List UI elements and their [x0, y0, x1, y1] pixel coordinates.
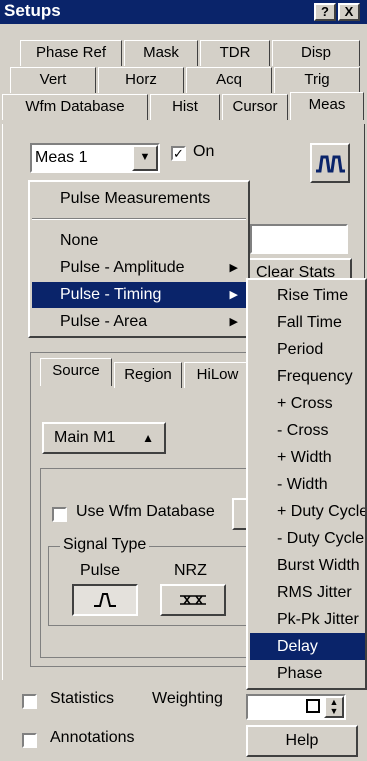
use-wfm-db-label: Use Wfm Database — [76, 503, 215, 520]
submenu-item-fall-time[interactable]: Fall Time — [250, 309, 365, 336]
window-title: Setups — [4, 1, 61, 20]
submenu-item-plus-cross[interactable]: + Cross — [250, 390, 365, 417]
menu-item-pulse-area[interactable]: Pulse - Area ▶ — [32, 309, 246, 335]
pulse-shape-icon — [94, 593, 116, 607]
tab-phase-ref[interactable]: Phase Ref — [20, 40, 122, 66]
tab-hist[interactable]: Hist — [150, 94, 220, 120]
submenu-item-phase[interactable]: Phase — [250, 660, 365, 687]
nrz-label: NRZ — [174, 562, 207, 579]
nrz-eye-icon — [180, 595, 206, 605]
menu-item-pulse-timing[interactable]: Pulse - Timing ▶ — [32, 282, 246, 308]
main-source-button[interactable]: Main M1 ▲ — [42, 422, 166, 454]
submenu-item-minus-width[interactable]: - Width — [250, 471, 365, 498]
submenu-item-pk-pk-jitter[interactable]: Pk-Pk Jitter — [250, 606, 365, 633]
tab-hilow[interactable]: HiLow — [184, 362, 250, 388]
tab-tdr[interactable]: TDR — [200, 40, 270, 66]
submenu-arrow-icon: ▶ — [229, 289, 238, 301]
submenu-item-frequency[interactable]: Frequency — [250, 363, 365, 390]
menu-separator — [32, 218, 246, 220]
chevron-down-icon[interactable]: ▼ — [132, 145, 158, 171]
submenu-arrow-icon: ▶ — [229, 262, 238, 274]
tab-trig[interactable]: Trig — [274, 67, 360, 93]
menu-item-none[interactable]: None — [32, 228, 246, 254]
pulse-waveform-icon[interactable] — [310, 143, 350, 183]
pulse-label: Pulse — [80, 562, 121, 579]
pulse-signal-button[interactable] — [72, 584, 138, 616]
meas-info-field — [250, 224, 348, 254]
help-button[interactable]: Help — [246, 725, 358, 757]
tab-disp[interactable]: Disp — [272, 40, 360, 66]
submenu-item-burst-width[interactable]: Burst Width — [250, 552, 365, 579]
statistics-label: Statistics — [50, 690, 115, 707]
submenu-item-minus-duty-cycle[interactable]: - Duty Cycle — [250, 525, 365, 552]
tab-vert[interactable]: Vert — [10, 67, 96, 93]
submenu-item-rms-jitter[interactable]: RMS Jitter — [250, 579, 365, 606]
submenu-item-delay[interactable]: Delay — [250, 633, 365, 660]
weighting-field[interactable]: ▲ ▼ — [246, 694, 346, 720]
title-bar: Setups ? X — [0, 0, 367, 24]
use-wfm-db-checkbox[interactable] — [52, 507, 67, 522]
on-checkbox[interactable]: ✓ — [171, 146, 186, 161]
annotations-checkbox[interactable] — [22, 733, 37, 748]
tab-region[interactable]: Region — [114, 362, 182, 388]
help-icon[interactable]: ? — [314, 3, 336, 21]
submenu-arrow-icon: ▶ — [229, 316, 238, 328]
meas-select[interactable]: Meas 1 ▼ — [30, 143, 160, 173]
timing-submenu: Rise Time Fall Time Period Frequency + C… — [246, 278, 367, 690]
meas-select-value: Meas 1 — [35, 149, 88, 166]
menu-item-pulse-amplitude[interactable]: Pulse - Amplitude ▶ — [32, 255, 246, 281]
submenu-item-minus-cross[interactable]: - Cross — [250, 417, 365, 444]
tab-source[interactable]: Source — [40, 358, 112, 386]
submenu-item-rise-time[interactable]: Rise Time — [250, 282, 365, 309]
submenu-item-plus-duty-cycle[interactable]: + Duty Cycle — [250, 498, 365, 525]
weighting-label: Weighting — [152, 690, 223, 707]
spinner-icon[interactable]: ▲ ▼ — [324, 696, 344, 718]
nrz-signal-button[interactable] — [160, 584, 226, 616]
close-icon[interactable]: X — [338, 3, 360, 21]
keypad-icon[interactable] — [306, 699, 320, 713]
chevron-up-icon: ▲ — [142, 431, 154, 445]
tab-acq[interactable]: Acq — [186, 67, 272, 93]
annotations-label: Annotations — [50, 729, 135, 746]
submenu-item-plus-width[interactable]: + Width — [250, 444, 365, 471]
menu-header: Pulse Measurements — [60, 190, 211, 207]
tab-wfm-database[interactable]: Wfm Database — [2, 94, 148, 120]
tab-horz[interactable]: Horz — [98, 67, 184, 93]
category-menu: Pulse Measurements None Pulse - Amplitud… — [28, 180, 250, 338]
statistics-checkbox[interactable] — [22, 694, 37, 709]
tab-meas[interactable]: Meas — [290, 92, 364, 120]
tab-mask[interactable]: Mask — [124, 40, 198, 66]
on-label: On — [193, 143, 215, 160]
submenu-item-period[interactable]: Period — [250, 336, 365, 363]
signal-type-title: Signal Type — [60, 536, 150, 554]
tab-cursor[interactable]: Cursor — [222, 94, 288, 120]
